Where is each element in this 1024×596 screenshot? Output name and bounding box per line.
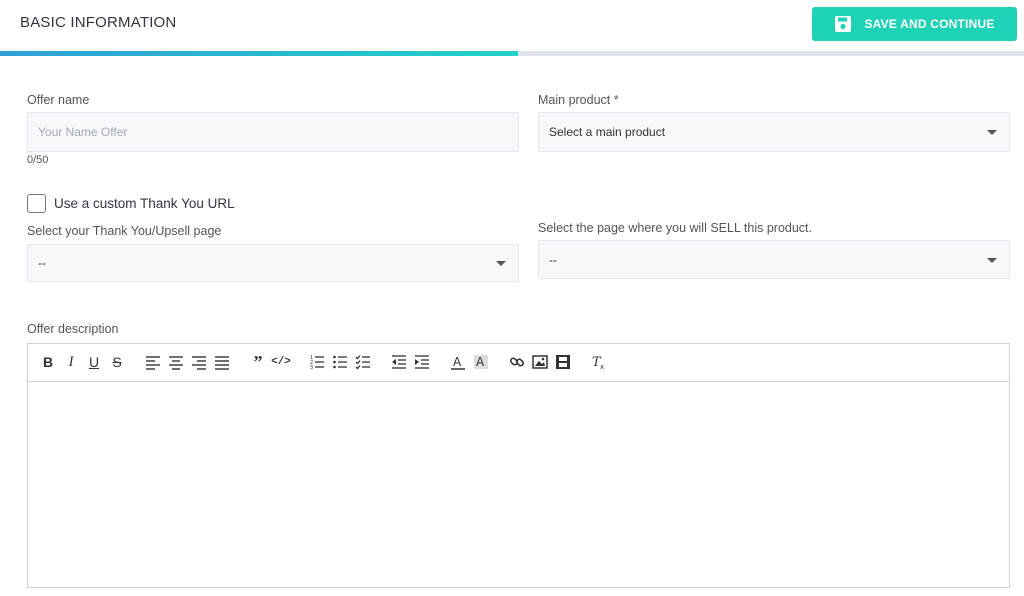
progress-bar-fill (0, 51, 519, 56)
bullet-list-icon[interactable] (331, 353, 349, 371)
editor-toolbar: B I U S ” </> 123 A A T x (28, 344, 1009, 382)
code-icon[interactable]: </> (271, 353, 291, 371)
align-center-icon[interactable] (167, 353, 185, 371)
sell-page-selected: -- (549, 252, 557, 267)
thank-you-page-select[interactable]: -- (27, 244, 519, 282)
image-icon[interactable] (531, 353, 549, 371)
sell-page-select[interactable]: -- (538, 240, 1010, 279)
ordered-list-icon[interactable]: 123 (308, 353, 326, 371)
chevron-down-icon (496, 261, 506, 266)
bold-icon[interactable]: B (39, 353, 57, 371)
clear-format-icon[interactable]: Tx (590, 353, 608, 371)
thank-you-page-selected: -- (38, 256, 46, 270)
main-product-label: Main product * (538, 93, 619, 107)
editor-content-area[interactable] (28, 382, 1009, 587)
font-color-icon[interactable]: A (449, 353, 467, 371)
character-counter: 0/50 (27, 154, 49, 166)
custom-thank-you-label: Use a custom Thank You URL (54, 196, 235, 211)
video-icon[interactable] (554, 353, 572, 371)
chevron-down-icon (987, 130, 997, 135)
page-title: BASIC INFORMATION (20, 14, 177, 31)
progress-track (0, 51, 1024, 56)
underline-icon[interactable]: U (85, 353, 103, 371)
offer-name-placeholder: Your Name Offer (38, 125, 128, 139)
offer-name-input[interactable]: Your Name Offer (27, 112, 519, 152)
offer-name-label: Offer name (27, 93, 90, 107)
blockquote-icon[interactable]: ” (249, 352, 267, 372)
strikethrough-icon[interactable]: S (108, 353, 126, 371)
svg-text:3: 3 (310, 365, 313, 370)
background-color-icon[interactable]: A (472, 353, 490, 371)
offer-description-label: Offer description (27, 322, 119, 336)
custom-thank-you-checkbox[interactable] (27, 194, 46, 213)
chevron-down-icon (987, 257, 997, 263)
align-justify-icon[interactable] (213, 353, 231, 371)
italic-icon[interactable]: I (62, 353, 80, 371)
save-button-label: SAVE AND CONTINUE (864, 17, 995, 31)
rich-text-editor: B I U S ” </> 123 A A T x (27, 343, 1010, 588)
outdent-icon[interactable] (390, 353, 408, 371)
link-icon[interactable] (508, 353, 526, 371)
save-and-continue-button[interactable]: SAVE AND CONTINUE (812, 7, 1017, 41)
checklist-icon[interactable] (354, 353, 372, 371)
svg-text:x: x (600, 363, 604, 370)
align-left-icon[interactable] (144, 353, 162, 371)
main-product-select[interactable]: Select a main product (538, 112, 1010, 152)
custom-thank-you-row: Use a custom Thank You URL (27, 194, 235, 213)
header: BASIC INFORMATION SAVE AND CONTINUE (0, 0, 1024, 56)
svg-text:A: A (476, 355, 485, 369)
thank-you-page-label: Select your Thank You/Upsell page (27, 224, 222, 238)
floppy-disk-icon (835, 16, 852, 32)
sell-page-label: Select the page where you will SELL this… (538, 221, 812, 235)
indent-icon[interactable] (413, 353, 431, 371)
main-product-selected: Select a main product (549, 125, 666, 139)
align-right-icon[interactable] (190, 353, 208, 371)
svg-text:A: A (453, 355, 462, 369)
